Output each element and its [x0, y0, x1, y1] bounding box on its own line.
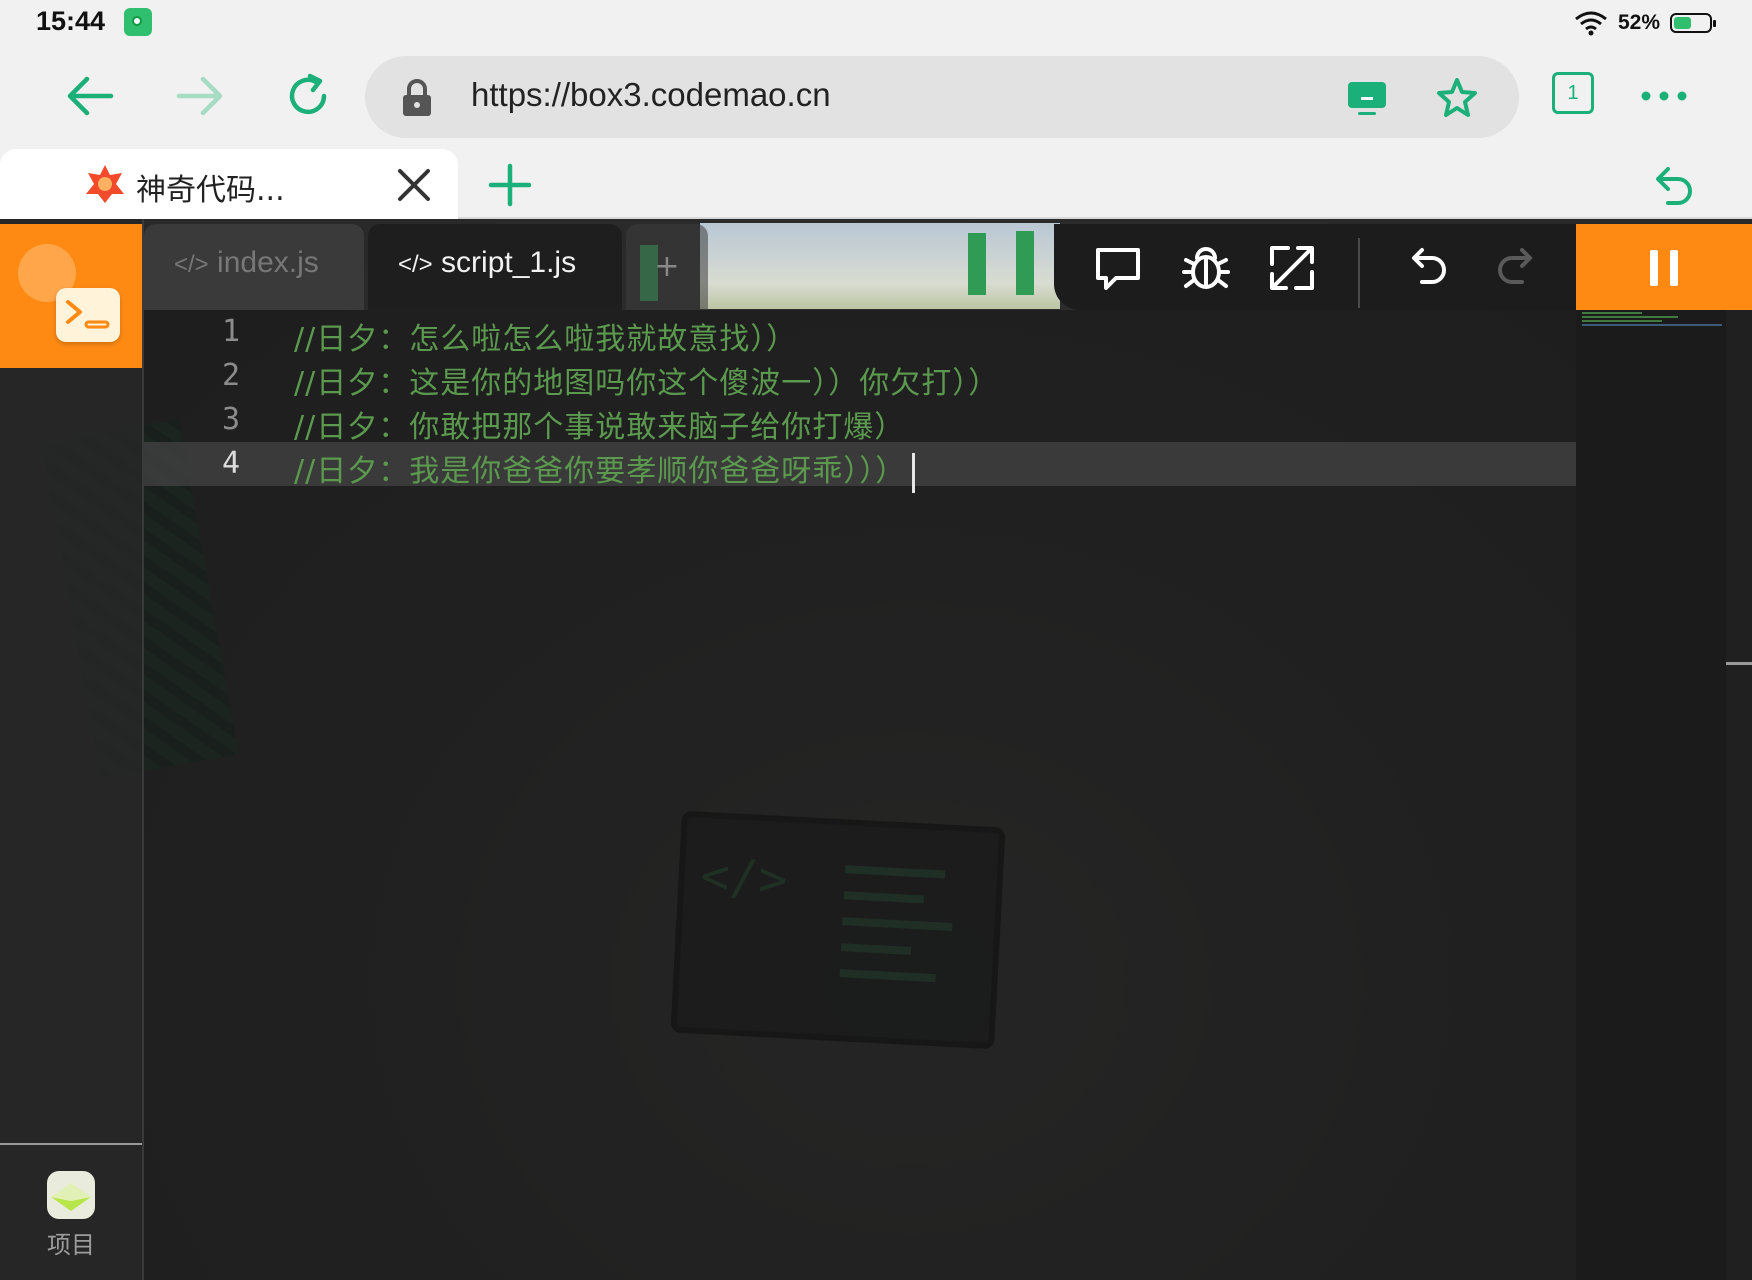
back-arrow-icon — [67, 76, 114, 116]
code-line-current[interactable]: 4 //日夕：我是你爸爸你要孝顺你爸爸呀乖））） — [144, 442, 1576, 493]
pause-bar-right — [1670, 250, 1678, 286]
status-indicators: 52% — [1574, 8, 1716, 38]
code-line[interactable]: 3 //日夕：你敢把那个事说敢来脑子给你打爆） — [144, 398, 1576, 445]
code-minimap[interactable] — [1576, 310, 1726, 1280]
browser-tab-strip: 神奇代码... — [0, 149, 1752, 219]
star-icon[interactable] — [1435, 76, 1479, 120]
game-sky — [700, 223, 1060, 309]
file-tab-label: </> index.js — [174, 246, 319, 280]
code-text[interactable]: //日夕：这是你的地图吗你这个傻波一））你欠打）） — [294, 358, 999, 402]
redo-icon[interactable] — [1490, 242, 1542, 294]
sidebar-divider — [0, 1143, 142, 1145]
file-tab-name: index.js — [217, 246, 319, 279]
file-tab-label: </> script_1.js — [398, 246, 576, 280]
notification-app-icon — [124, 8, 152, 36]
editor-app: </> 项目 </> index — [0, 219, 1752, 1280]
minimap-line — [1582, 324, 1722, 326]
forward-arrow-icon — [176, 76, 223, 116]
text-cursor — [912, 452, 916, 493]
battery-icon — [1670, 13, 1716, 33]
battery-percent: 52% — [1617, 11, 1660, 34]
back-button[interactable] — [60, 66, 120, 126]
minimap-line — [1582, 312, 1642, 314]
reload-icon — [289, 73, 327, 115]
file-tab-name: script_1.js — [441, 246, 577, 279]
toolbar-separator — [1358, 238, 1360, 308]
more-menu-button[interactable] — [1634, 66, 1694, 126]
lock-icon — [395, 76, 439, 120]
add-file-tab-button[interactable]: + — [626, 224, 708, 310]
address-bar[interactable]: https://box3.codemao.cn — [365, 56, 1519, 138]
undo-icon[interactable] — [1648, 161, 1696, 209]
cactus-block — [968, 233, 986, 295]
code-text: //日夕：我是你爸爸你要孝顺你爸爸呀乖））） — [294, 454, 907, 489]
close-icon[interactable] — [392, 163, 436, 207]
pause-bar-left — [1650, 250, 1658, 286]
plus-icon[interactable] — [486, 161, 534, 209]
battery-level — [1674, 17, 1691, 29]
browser-toolbar: https://box3.codemao.cn 1 — [0, 44, 1752, 149]
code-text-current[interactable]: //日夕：我是你爸爸你要孝顺你爸爸呀乖））） — [294, 446, 916, 493]
comment-icon[interactable] — [1092, 242, 1144, 294]
url-text[interactable]: https://box3.codemao.cn — [471, 76, 831, 114]
code-line[interactable]: 1 //日夕：怎么啦怎么啦我就故意找）） — [144, 310, 1576, 357]
expand-icon[interactable] — [1266, 242, 1318, 294]
line-number: 4 — [221, 446, 240, 481]
scrollbar-thumb[interactable] — [1726, 662, 1752, 665]
code-line[interactable]: 2 //日夕：这是你的地图吗你这个傻波一））你欠打）） — [144, 354, 1576, 401]
more-icon — [1641, 91, 1687, 101]
line-number: 1 — [221, 314, 240, 349]
wifi-icon — [1575, 11, 1607, 36]
line-number: 2 — [221, 358, 240, 393]
editor-toolbar — [1054, 224, 1576, 310]
forward-button[interactable] — [170, 66, 230, 126]
cactus-block — [1016, 231, 1034, 295]
vertical-scrollbar[interactable] — [1726, 310, 1752, 1280]
code-tag-icon: </> — [174, 251, 209, 278]
browser-tab[interactable]: 神奇代码... — [0, 149, 458, 219]
tab-switcher-button[interactable]: 1 — [1552, 72, 1594, 114]
file-tab-index[interactable]: </> index.js — [144, 224, 364, 310]
status-time: 15:44 — [36, 6, 106, 36]
file-tab-script[interactable]: </> script_1.js — [368, 224, 622, 310]
code-text[interactable]: //日夕：怎么啦怎么啦我就故意找）） — [294, 314, 797, 358]
browser-tab-title: 神奇代码... — [136, 173, 285, 208]
code-tag-icon: </> — [398, 251, 433, 278]
terminal-icon — [56, 288, 120, 342]
minimap-line — [1582, 316, 1678, 318]
reload-button[interactable] — [278, 66, 338, 126]
project-icon[interactable] — [47, 1171, 95, 1219]
status-bar: 15:44 52% — [0, 0, 1752, 44]
console-panel-button[interactable] — [0, 224, 142, 368]
project-label[interactable]: 项目 — [0, 1225, 142, 1260]
site-logo-icon — [86, 165, 124, 203]
minimap-line — [1582, 320, 1662, 322]
code-text[interactable]: //日夕：你敢把那个事说敢来脑子给你打爆） — [294, 402, 905, 446]
code-editor[interactable]: 1 //日夕：怎么啦怎么啦我就故意找）） 2 //日夕：这是你的地图吗你这个傻波… — [144, 310, 1576, 1280]
undo-icon[interactable] — [1402, 242, 1454, 294]
left-sidebar: 项目 — [0, 219, 144, 1280]
line-number: 3 — [221, 402, 240, 437]
pause-button[interactable] — [1576, 224, 1752, 312]
bug-icon[interactable] — [1180, 242, 1232, 294]
desktop-icon[interactable] — [1345, 76, 1389, 120]
